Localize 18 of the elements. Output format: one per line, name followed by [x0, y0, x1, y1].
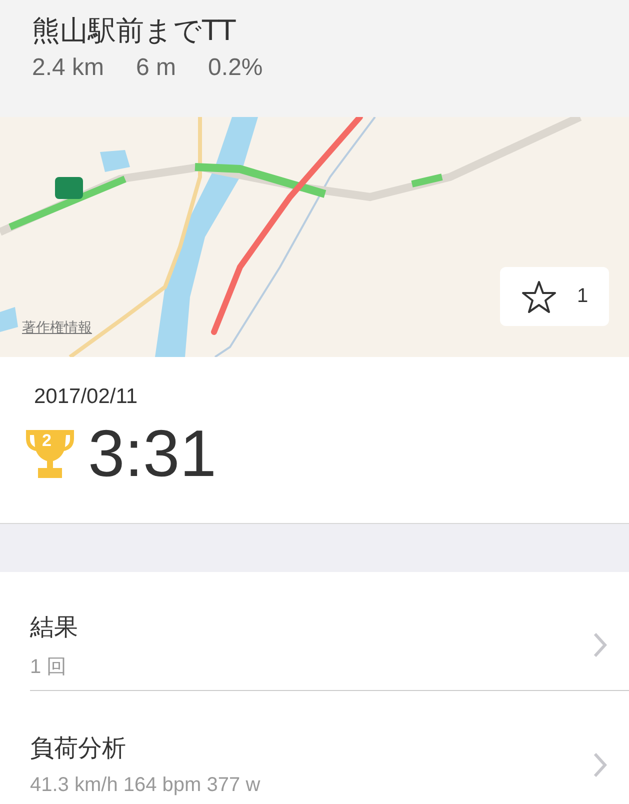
row-detail: 1 回	[30, 654, 68, 680]
row-detail: 41.3 km/h 164 bpm 377 w	[30, 774, 260, 797]
route-title: 熊山駅前までTT	[32, 13, 237, 49]
date-label: 2017/02/11	[34, 385, 139, 409]
best-time: 3:31	[88, 417, 216, 489]
star-icon	[520, 280, 557, 314]
chevron-icon	[593, 752, 607, 778]
attribution-link[interactable]: 著作権情報	[22, 319, 92, 337]
route-stat: 2.4 km	[32, 54, 104, 82]
chevron-icon	[593, 632, 607, 658]
row-title: 負荷分析	[30, 733, 127, 764]
favorite-button[interactable]: 1	[500, 267, 609, 326]
row-title: 結果	[30, 612, 78, 642]
route-stat: 6 m	[136, 54, 176, 82]
route-stat: 0.2%	[208, 54, 263, 82]
list-row[interactable]: 負荷分析 41.3 km/h 164 bpm 377 w	[30, 691, 629, 804]
list-row[interactable]: 結果 1 回	[30, 572, 629, 691]
rank-number: 2	[42, 431, 52, 451]
